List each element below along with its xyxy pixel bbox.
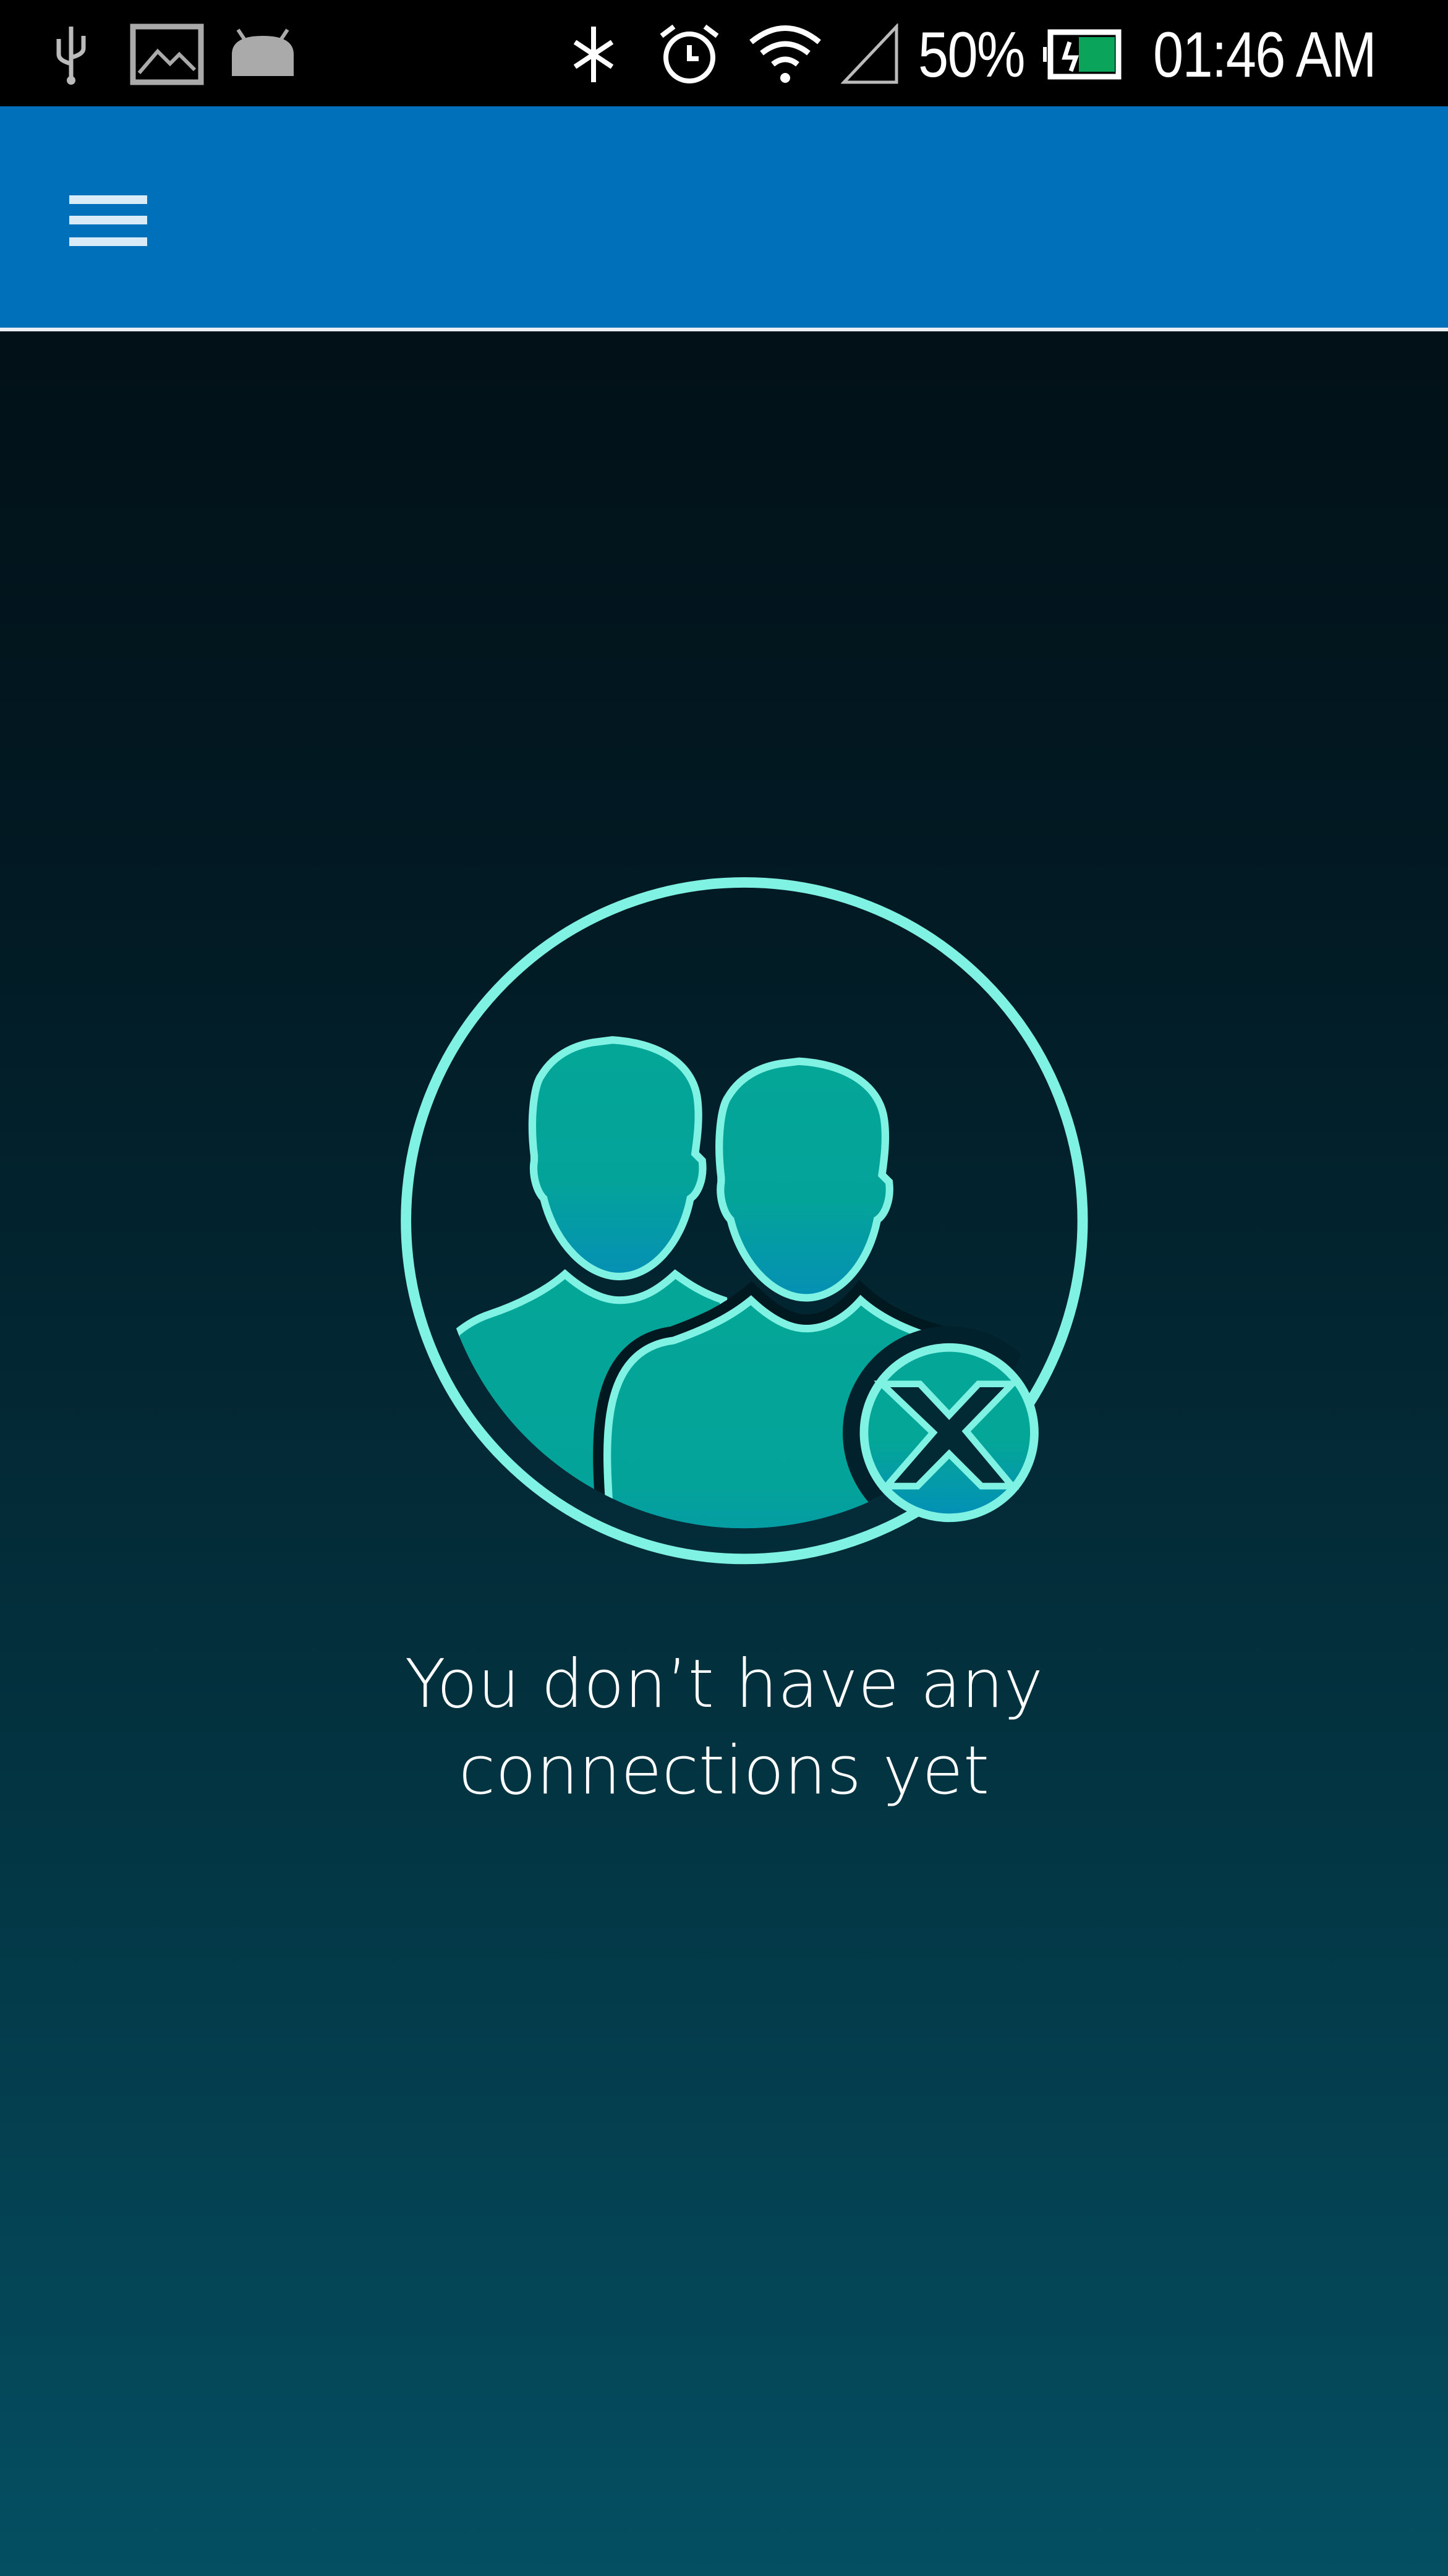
- empty-state-line-1: You don’t have any: [404, 1646, 1044, 1723]
- sync-icon: [573, 27, 614, 82]
- users-remove-icon: [401, 877, 1088, 1565]
- empty-state-message: You don’t have any connections yet: [0, 1641, 1448, 1814]
- no-connections-illustration: [371, 853, 1113, 1595]
- battery-charging-icon: [1043, 29, 1122, 80]
- empty-state-line-2: connections yet: [458, 1732, 990, 1809]
- usb-icon: [56, 27, 86, 85]
- status-bar: 50% 01:46 AM: [0, 0, 1448, 106]
- hamburger-menu-icon[interactable]: [68, 187, 148, 249]
- alarm-icon: [660, 24, 719, 83]
- clock-time: 01:46 AM: [1153, 19, 1377, 91]
- signal-icon: [841, 23, 898, 84]
- battery-percent: 50%: [918, 19, 1026, 91]
- wifi-icon: [749, 25, 821, 83]
- app-header: [0, 106, 1448, 331]
- android-icon: [232, 28, 294, 76]
- image-icon: [130, 23, 204, 85]
